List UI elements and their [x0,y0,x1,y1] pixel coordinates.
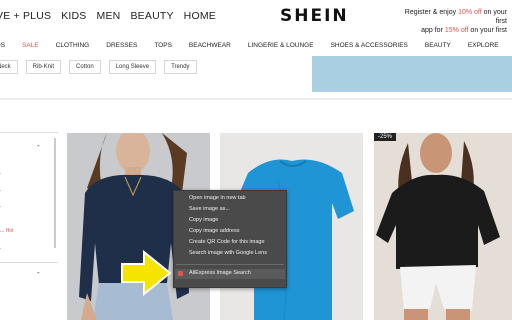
aliexpress-icon [178,271,183,276]
sidebar-ellipsis: ... [0,228,5,234]
promo-line2-suffix: on your first [468,27,507,34]
cat-item-shoes-accessories[interactable]: SHOES & ACCESSORIES [331,42,408,49]
filter-chip-neck[interactable]: Neck [0,60,18,74]
menu-create-qr-code[interactable]: Create QR Code for this image [189,239,265,245]
cat-item-beauty[interactable]: BEAUTY [425,42,451,49]
product-card-3[interactable] [374,133,512,320]
menu-search-google-lens[interactable]: Search image with Google Lens [189,250,267,256]
menu-separator [176,264,284,265]
cat-item-ds[interactable]: DS [0,42,5,49]
filter-chip-cotton[interactable]: Cotton [69,60,101,74]
promo-line1-highlight: 10% off [458,9,482,16]
pointer-arrow-icon [121,250,172,296]
filter-chip-trendy[interactable]: Trendy [164,60,197,74]
collapse-icon-2[interactable]: - [37,268,40,277]
nav-item-men[interactable]: MEN [97,10,121,22]
discount-badge: -25% [374,133,397,141]
shein-logo[interactable]: SHEIN [280,6,349,26]
filter-chip-rib-knit[interactable]: Rib-Knit [25,60,62,74]
sidebar-scrollbar[interactable] [54,138,56,248]
sidebar-text-c: . [0,203,2,209]
sidebar-text-d: . [0,245,2,251]
promo-line1-prefix: Register & enjoy [404,9,459,16]
menu-copy-image-address[interactable]: Copy image address [189,228,239,234]
hot-label: Hot [5,228,14,234]
nav-item-kids[interactable]: KIDS [61,10,86,22]
cat-item-clothing[interactable]: CLOTHING [56,42,90,49]
section-divider [0,98,512,100]
promo-line1-suffix: on your first [481,9,507,25]
category-nav: DS SALE CLOTHING DRESSES TOPS BEACHWEAR … [0,42,512,49]
nav-item-home[interactable]: HOME [184,10,216,22]
cat-item-sale[interactable]: SALE [22,42,39,49]
sidebar-hot-row[interactable]: ... Hot [0,228,13,234]
promo-text: Register & enjoy 10% off on your first a… [397,8,507,35]
collapse-icon[interactable]: - [37,141,40,150]
context-menu: Open image in new tab Save image as... C… [173,190,287,288]
product-image-black-top[interactable] [374,133,512,320]
cat-item-beachwear[interactable]: BEACHWEAR [189,42,231,49]
filter-chips: Neck Rib-Knit Cotton Long Sleeve Trendy [0,60,197,74]
nav-item-women-plus[interactable]: VE + PLUS [0,10,51,22]
promo-banner[interactable] [312,56,512,92]
nav-item-beauty[interactable]: BEAUTY [130,10,173,22]
menu-aliexpress-image-search[interactable]: AliExpress Image Search [189,270,251,276]
sidebar-text-a: . [0,170,2,176]
menu-copy-image[interactable]: Copy image [189,217,218,223]
sidebar-divider-mid [0,262,58,263]
filter-chip-long-sleeve[interactable]: Long Sleeve [108,60,157,74]
menu-save-image-as[interactable]: Save image as... [189,206,230,212]
sidebar-divider-top [0,132,58,133]
promo-line2-prefix: app for [421,27,445,34]
cat-item-dresses[interactable]: DRESSES [106,42,137,49]
cat-item-lingerie[interactable]: LINGERIE & LOUNGE [248,42,314,49]
cat-item-explore[interactable]: EXPLORE [468,42,499,49]
cat-item-tops[interactable]: TOPS [154,42,172,49]
menu-open-image-new-tab[interactable]: Open image in new tab [189,195,246,201]
top-header: VE + PLUS KIDS MEN BEAUTY HOME SHEIN Reg… [0,0,512,34]
sidebar-text-b: . [0,187,2,193]
top-nav: VE + PLUS KIDS MEN BEAUTY HOME [0,10,216,22]
promo-line2-highlight: 15% off [444,27,469,34]
